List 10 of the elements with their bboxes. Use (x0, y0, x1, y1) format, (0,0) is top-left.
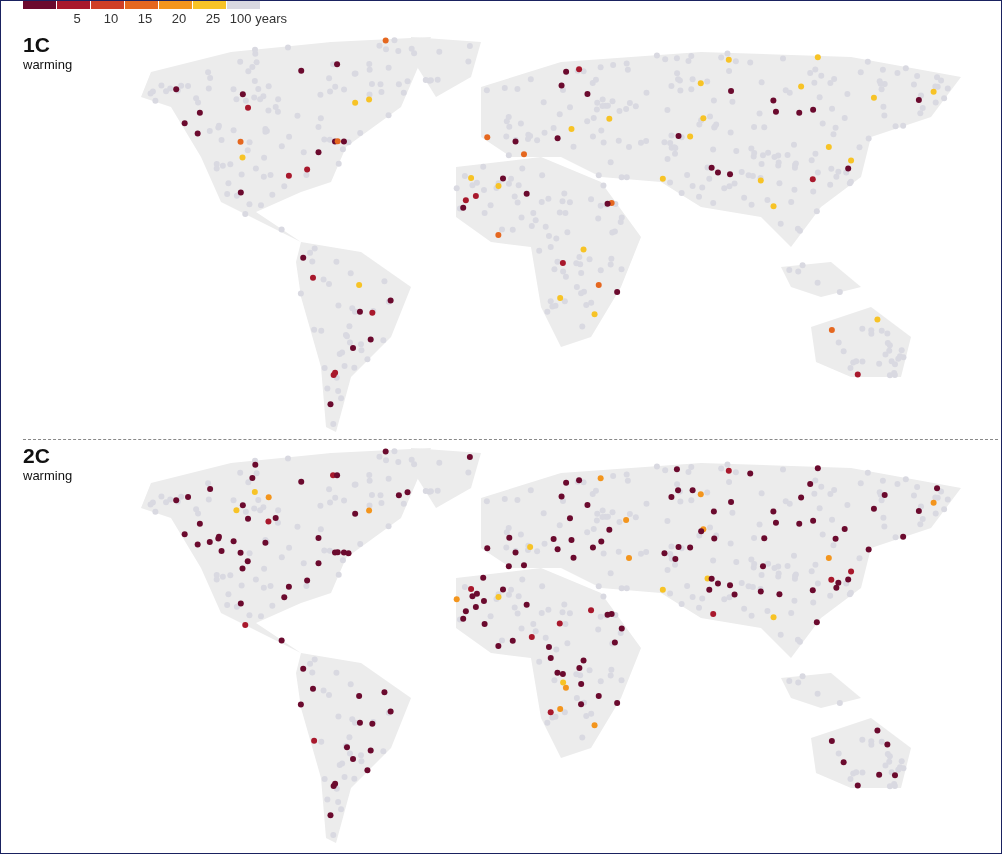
legend-label: 5 (73, 11, 81, 26)
panel-title: 1C (23, 33, 51, 57)
legend-label: 10 (103, 11, 119, 26)
legend-label: 20 (171, 11, 187, 26)
panel-subtitle: warming (23, 468, 74, 483)
legend-label: 100 years (229, 11, 287, 26)
legend-label: 25 (205, 11, 221, 26)
panel-subtitle: warming (23, 57, 74, 72)
panel-title: 2C (23, 444, 51, 468)
legend-label: 15 (137, 11, 153, 26)
